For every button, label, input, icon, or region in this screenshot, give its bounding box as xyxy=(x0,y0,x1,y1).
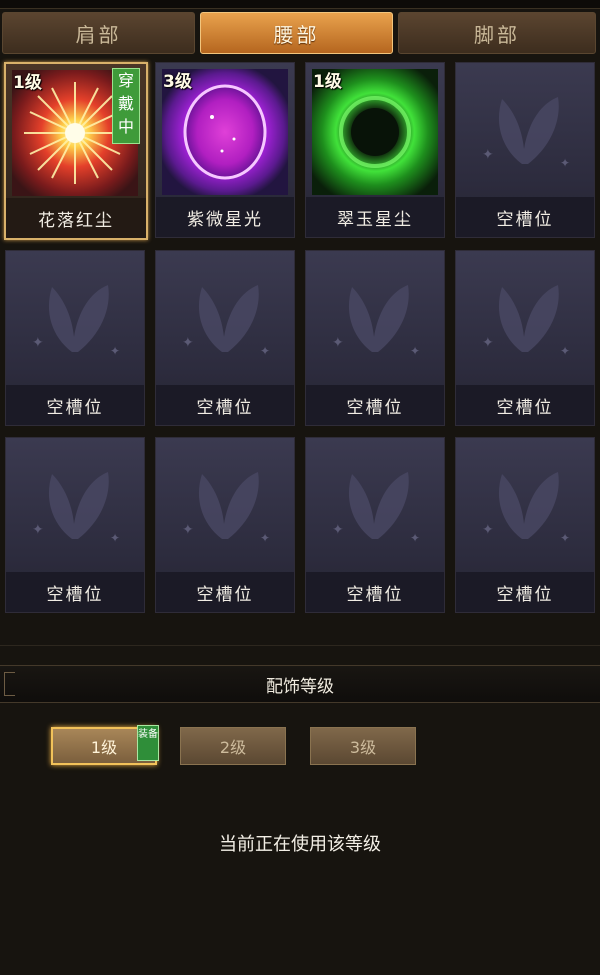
svg-text:✦: ✦ xyxy=(332,335,344,351)
butterfly-placeholder-icon: ✦ ✦ xyxy=(462,257,588,383)
status-text: 当前正在使用该等级 xyxy=(219,834,381,855)
accessory-slot-8[interactable]: ✦ ✦ 空槽位 xyxy=(455,250,595,426)
butterfly-placeholder-icon: ✦ ✦ xyxy=(162,257,288,383)
accessory-slot-1[interactable]: 1级 穿戴中 花落红尘 xyxy=(4,62,148,240)
wearing-badge: 穿戴中 xyxy=(112,68,140,144)
slot-name: 空槽位 xyxy=(456,197,594,237)
svg-text:✦: ✦ xyxy=(110,531,120,545)
svg-text:✦: ✦ xyxy=(32,335,44,351)
accessory-slot-3[interactable]: 1级 翠玉星尘 xyxy=(305,62,445,238)
tab-waist[interactable]: 腰部 xyxy=(200,12,393,54)
butterfly-placeholder-icon: ✦ ✦ xyxy=(462,444,588,570)
slot-name: 空槽位 xyxy=(306,572,444,612)
slot-name: 空槽位 xyxy=(156,385,294,425)
svg-text:✦: ✦ xyxy=(182,522,194,538)
slot-name: 紫微星光 xyxy=(156,197,294,237)
butterfly-placeholder-icon: ✦ ✦ xyxy=(12,257,138,383)
slot-name: 空槽位 xyxy=(456,385,594,425)
level-label: 1级 xyxy=(313,72,342,92)
accessory-slot-5[interactable]: ✦ ✦ 空槽位 xyxy=(5,250,145,426)
level-2-button[interactable]: 2级 xyxy=(180,727,286,765)
svg-text:✦: ✦ xyxy=(482,147,494,163)
accessory-slot-11[interactable]: ✦ ✦ 空槽位 xyxy=(305,437,445,613)
level-3-button[interactable]: 3级 xyxy=(310,727,416,765)
svg-text:✦: ✦ xyxy=(482,335,494,351)
butterfly-placeholder-icon: ✦ ✦ xyxy=(12,444,138,570)
slot-name: 空槽位 xyxy=(456,572,594,612)
svg-text:✦: ✦ xyxy=(560,156,570,170)
tab-shoulder[interactable]: 肩部 xyxy=(2,12,195,54)
level-section-header: 配饰等级 xyxy=(0,665,600,703)
slot-name: 空槽位 xyxy=(156,572,294,612)
svg-text:✦: ✦ xyxy=(560,344,570,358)
level-label: 3级 xyxy=(163,72,192,92)
section-divider xyxy=(0,645,600,646)
slot-name: 花落红尘 xyxy=(6,198,146,238)
level-section-title: 配饰等级 xyxy=(266,676,334,697)
level-label: 1级 xyxy=(13,73,42,93)
top-border xyxy=(0,0,600,9)
accessory-slot-6[interactable]: ✦ ✦ 空槽位 xyxy=(155,250,295,426)
category-tabs: 肩部 腰部 脚部 xyxy=(0,12,600,57)
svg-text:✦: ✦ xyxy=(482,522,494,538)
svg-text:✦: ✦ xyxy=(110,344,120,358)
accessory-slot-2[interactable]: 3级 紫微星光 xyxy=(155,62,295,238)
svg-text:✦: ✦ xyxy=(260,344,270,358)
accessory-slot-10[interactable]: ✦ ✦ 空槽位 xyxy=(155,437,295,613)
equip-tag: 装备 xyxy=(137,725,159,761)
svg-text:✦: ✦ xyxy=(182,335,194,351)
svg-text:✦: ✦ xyxy=(32,522,44,538)
accessory-slot-9[interactable]: ✦ ✦ 空槽位 xyxy=(5,437,145,613)
svg-text:✦: ✦ xyxy=(410,344,420,358)
slot-name: 空槽位 xyxy=(6,385,144,425)
butterfly-placeholder-icon: ✦ ✦ xyxy=(312,257,438,383)
svg-text:✦: ✦ xyxy=(560,531,570,545)
butterfly-placeholder-icon: ✦ ✦ xyxy=(162,444,288,570)
svg-text:✦: ✦ xyxy=(260,531,270,545)
tab-foot[interactable]: 脚部 xyxy=(398,12,596,54)
slot-name: 空槽位 xyxy=(306,385,444,425)
accessory-slot-12[interactable]: ✦ ✦ 空槽位 xyxy=(455,437,595,613)
butterfly-placeholder-icon: ✦ ✦ xyxy=(312,444,438,570)
slot-name: 空槽位 xyxy=(6,572,144,612)
slot-name: 翠玉星尘 xyxy=(306,197,444,237)
butterfly-placeholder-icon: ✦ ✦ xyxy=(462,69,588,195)
svg-text:✦: ✦ xyxy=(332,522,344,538)
accessory-slot-4[interactable]: ✦ ✦ 空槽位 xyxy=(455,62,595,238)
accessory-slot-7[interactable]: ✦ ✦ 空槽位 xyxy=(305,250,445,426)
svg-text:✦: ✦ xyxy=(410,531,420,545)
